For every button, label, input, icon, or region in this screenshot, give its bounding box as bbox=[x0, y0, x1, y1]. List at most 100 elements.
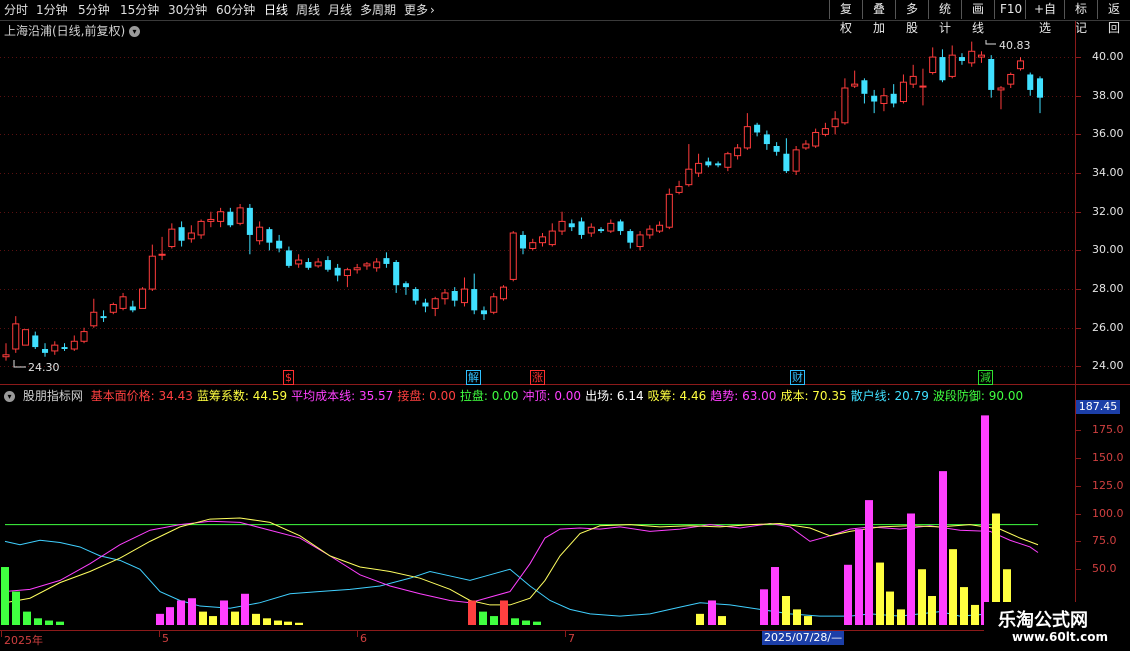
indicator-field: 蓝筹系数: 44.59 bbox=[196, 389, 288, 403]
candle-body bbox=[598, 229, 605, 232]
candle-body bbox=[402, 283, 409, 288]
indicator-field: 吸筹: 4.46 bbox=[647, 389, 707, 403]
indicator-bar bbox=[241, 593, 249, 625]
settings-toggle-icon[interactable]: ▾ bbox=[4, 391, 15, 402]
candle-body bbox=[968, 50, 976, 64]
event-marker[interactable]: $ bbox=[283, 370, 294, 385]
indicator-bar bbox=[177, 600, 185, 625]
candle-body bbox=[880, 95, 888, 104]
candle-body bbox=[119, 296, 127, 309]
event-marker[interactable]: 減 bbox=[978, 370, 993, 385]
indicator-bar bbox=[897, 609, 905, 625]
candle-body bbox=[422, 302, 429, 307]
right-axis-line bbox=[1075, 21, 1076, 631]
indicator-bar bbox=[939, 471, 947, 625]
indicator-bar bbox=[760, 589, 768, 625]
candle-body bbox=[2, 354, 10, 358]
candle-body bbox=[295, 259, 303, 265]
candle-body bbox=[334, 267, 341, 276]
indicator-bar bbox=[718, 616, 726, 625]
indicator-bar bbox=[34, 618, 42, 625]
candle-body bbox=[90, 311, 98, 327]
indicator-name[interactable]: 股朋指标网 bbox=[23, 389, 83, 403]
candle-body bbox=[383, 258, 390, 264]
indicator-bar bbox=[876, 562, 884, 625]
candle-body bbox=[471, 289, 478, 311]
watermark: 乐淘公式网 www.60lt.com bbox=[984, 602, 1130, 650]
candle-body bbox=[724, 153, 732, 168]
candle-body bbox=[607, 222, 615, 232]
indicator-bar bbox=[981, 415, 989, 625]
indicator-bar bbox=[199, 611, 207, 625]
event-marker[interactable]: 涨 bbox=[530, 370, 545, 385]
candle-body bbox=[51, 344, 59, 352]
candle-body bbox=[568, 223, 575, 228]
indicator-bar bbox=[284, 621, 292, 625]
candle-body bbox=[792, 149, 800, 172]
candle-body bbox=[139, 288, 147, 309]
candle-body bbox=[656, 224, 664, 232]
indicator-field: 出场: 6.14 bbox=[585, 389, 644, 403]
indicator-field: 成本: 70.35 bbox=[780, 389, 847, 403]
indicator-bar bbox=[533, 621, 541, 625]
indicator-header: ▾ 股朋指标网 基本面价格: 34.43 蓝筹系数: 44.59 平均成本线: 35… bbox=[4, 387, 1031, 404]
high-annotation-pointer bbox=[985, 40, 996, 45]
indicator-bar bbox=[209, 616, 217, 625]
date-tick bbox=[565, 631, 566, 637]
candle-body bbox=[480, 310, 488, 315]
indicator-bar bbox=[804, 616, 812, 625]
candle-body bbox=[363, 263, 371, 267]
price-tick-label: 40.00 bbox=[1092, 50, 1124, 64]
indicator-bar bbox=[782, 596, 790, 625]
price-tick-label: 28.00 bbox=[1092, 282, 1124, 296]
indicator-tick-label: 75.0 bbox=[1092, 534, 1117, 548]
indicator-bar bbox=[468, 600, 476, 625]
indicator-bar bbox=[907, 513, 915, 625]
indicator-bar bbox=[708, 600, 716, 625]
candle-body bbox=[538, 236, 547, 244]
indicator-bar bbox=[949, 549, 957, 625]
candle-body bbox=[899, 81, 907, 103]
low-annotation: 24.30 bbox=[28, 361, 60, 374]
high-annotation: 40.83 bbox=[999, 39, 1031, 52]
candle-body bbox=[783, 153, 790, 172]
candle-body bbox=[754, 124, 761, 133]
candle-body bbox=[41, 349, 49, 353]
candle-body bbox=[929, 56, 937, 74]
indicator-bar bbox=[971, 604, 979, 625]
candle-body bbox=[412, 289, 419, 301]
candle-body bbox=[821, 128, 829, 135]
date-tick-label: 2025年 bbox=[4, 634, 43, 647]
candle-body bbox=[197, 220, 205, 236]
candle-body bbox=[831, 118, 839, 128]
candle-body bbox=[441, 292, 449, 300]
candle-body bbox=[207, 218, 215, 222]
indicator-bar bbox=[918, 569, 926, 625]
candle-body bbox=[32, 335, 39, 348]
low-annotation-pointer bbox=[13, 360, 26, 368]
candle-body bbox=[460, 288, 468, 304]
candle-body bbox=[12, 323, 20, 350]
candle-body bbox=[343, 269, 351, 277]
event-marker[interactable]: 解 bbox=[466, 370, 481, 385]
indicator-bar bbox=[928, 596, 936, 625]
candle-body bbox=[587, 226, 595, 234]
indicator-field: 拉盘: 0.00 bbox=[459, 389, 519, 403]
price-tick-label: 32.00 bbox=[1092, 204, 1124, 218]
indicator-bar bbox=[166, 607, 174, 625]
event-marker[interactable]: 财 bbox=[790, 370, 805, 385]
candle-body bbox=[558, 220, 566, 232]
candle-body bbox=[685, 168, 693, 186]
indicator-bar bbox=[231, 611, 239, 625]
indicator-bar bbox=[865, 500, 873, 625]
price-tick-label: 38.00 bbox=[1092, 88, 1124, 102]
indicator-bar bbox=[886, 591, 894, 625]
indicator-bar bbox=[12, 591, 20, 625]
candle-body bbox=[266, 229, 273, 243]
indicator-bar bbox=[56, 621, 64, 625]
candle-body bbox=[802, 143, 810, 149]
candle-body bbox=[939, 57, 946, 81]
candle-body bbox=[21, 329, 30, 346]
indicator-field: 基本面价格: 34.43 bbox=[90, 389, 193, 403]
candle-body bbox=[285, 250, 292, 266]
